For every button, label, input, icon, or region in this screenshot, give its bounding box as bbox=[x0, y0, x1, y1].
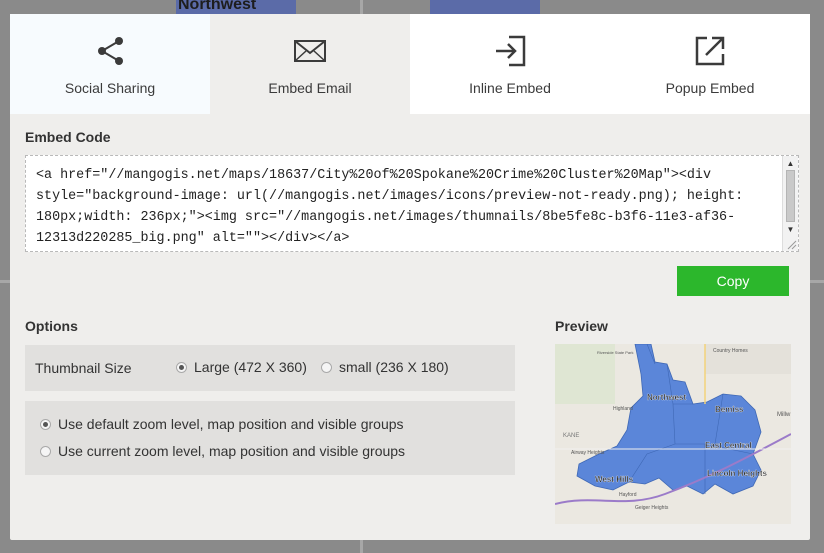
embed-code-title: Embed Code bbox=[25, 129, 111, 145]
radio-label: Use default zoom level, map position and… bbox=[58, 416, 404, 432]
preview-title: Preview bbox=[555, 318, 608, 334]
code-line: <a href="//mangogis.net/maps/18637/City%… bbox=[36, 168, 711, 183]
radio-label: small (236 X 180) bbox=[339, 359, 449, 375]
map-label-bemiss: Bemiss bbox=[715, 405, 744, 414]
radio-label: Use current zoom level, map position and… bbox=[58, 443, 406, 459]
map-label-airway-heights: Airway Heights bbox=[571, 450, 605, 456]
radio-button-checked[interactable] bbox=[176, 361, 187, 373]
map-label-country-homes: Country Homes bbox=[713, 348, 748, 354]
radio-button[interactable] bbox=[40, 445, 51, 457]
inline-embed-icon bbox=[490, 34, 530, 68]
code-line: 180px;width: 236px;"><img src="//mangogi… bbox=[36, 210, 736, 225]
options-title: Options bbox=[25, 318, 78, 334]
radio-label: Large (472 X 360) bbox=[194, 359, 307, 375]
radio-default-zoom[interactable]: Use default zoom level, map position and… bbox=[40, 416, 404, 432]
vertical-scrollbar[interactable]: ▲ ▼ bbox=[782, 156, 798, 251]
resize-grip-icon[interactable] bbox=[785, 238, 797, 250]
scroll-up-arrow-icon[interactable]: ▲ bbox=[785, 158, 796, 169]
tab-label: Social Sharing bbox=[64, 80, 156, 96]
tab-popup-embed[interactable]: Popup Embed bbox=[610, 14, 810, 114]
scroll-down-arrow-icon[interactable]: ▼ bbox=[785, 224, 796, 235]
popup-embed-icon bbox=[690, 34, 730, 68]
copy-button[interactable]: Copy bbox=[677, 266, 789, 296]
thumbnail-size-panel: Thumbnail Size Large (472 X 360) small (… bbox=[25, 345, 515, 391]
map-label-lincoln-heights: Lincoln Heights bbox=[707, 469, 768, 478]
tab-label: Popup Embed bbox=[665, 80, 755, 96]
tab-embed-email[interactable]: Embed Email bbox=[210, 14, 410, 114]
map-label-west-hills: West Hills bbox=[595, 475, 634, 484]
tab-label: Embed Email bbox=[268, 80, 352, 96]
map-label-millwood: Millw bbox=[777, 412, 791, 418]
tab-social-sharing[interactable]: Social Sharing bbox=[10, 14, 210, 114]
radio-button[interactable] bbox=[321, 361, 332, 373]
radio-button-checked[interactable] bbox=[40, 418, 51, 430]
embed-code-textarea[interactable]: <a href="//mangogis.net/maps/18637/City%… bbox=[25, 155, 799, 252]
tab-label: Inline Embed bbox=[469, 80, 551, 96]
radio-small[interactable]: small (236 X 180) bbox=[321, 359, 449, 375]
radio-current-zoom[interactable]: Use current zoom level, map position and… bbox=[40, 443, 405, 459]
preview-map-image: Northwest Bemiss East Central West Hills… bbox=[555, 344, 791, 524]
radio-large[interactable]: Large (472 X 360) bbox=[176, 359, 307, 375]
code-line: style="background-image: url(//mangogis.… bbox=[36, 189, 744, 204]
map-label-kane: KANE bbox=[563, 433, 579, 439]
map-label-riverside: Riverside State Park bbox=[597, 350, 633, 355]
embed-dialog: Social Sharing Embed Email Inline Embed … bbox=[10, 14, 810, 540]
background-map-label: Northwest bbox=[178, 0, 257, 13]
tab-bar: Social Sharing Embed Email Inline Embed … bbox=[10, 14, 810, 114]
scroll-thumb[interactable] bbox=[786, 170, 795, 222]
map-label-northwest: Northwest bbox=[647, 393, 686, 402]
map-label-hayford: Hayford bbox=[619, 492, 637, 498]
preview-map-thumbnail: Northwest Bemiss East Central West Hills… bbox=[555, 344, 791, 524]
map-label-highland: Highland bbox=[613, 406, 633, 412]
envelope-icon bbox=[290, 34, 330, 68]
tab-inline-embed[interactable]: Inline Embed bbox=[410, 14, 610, 114]
map-label-geiger: Geiger Heights bbox=[635, 505, 669, 511]
embed-code-text: <a href="//mangogis.net/maps/18637/City%… bbox=[36, 165, 776, 249]
code-line: 12313d220285_big.png" alt=""></div></a> bbox=[36, 231, 350, 246]
zoom-option-panel: Use default zoom level, map position and… bbox=[25, 401, 515, 475]
thumbnail-size-label: Thumbnail Size bbox=[35, 360, 132, 376]
map-label-east-central: East Central bbox=[705, 441, 752, 450]
share-icon bbox=[90, 34, 130, 68]
